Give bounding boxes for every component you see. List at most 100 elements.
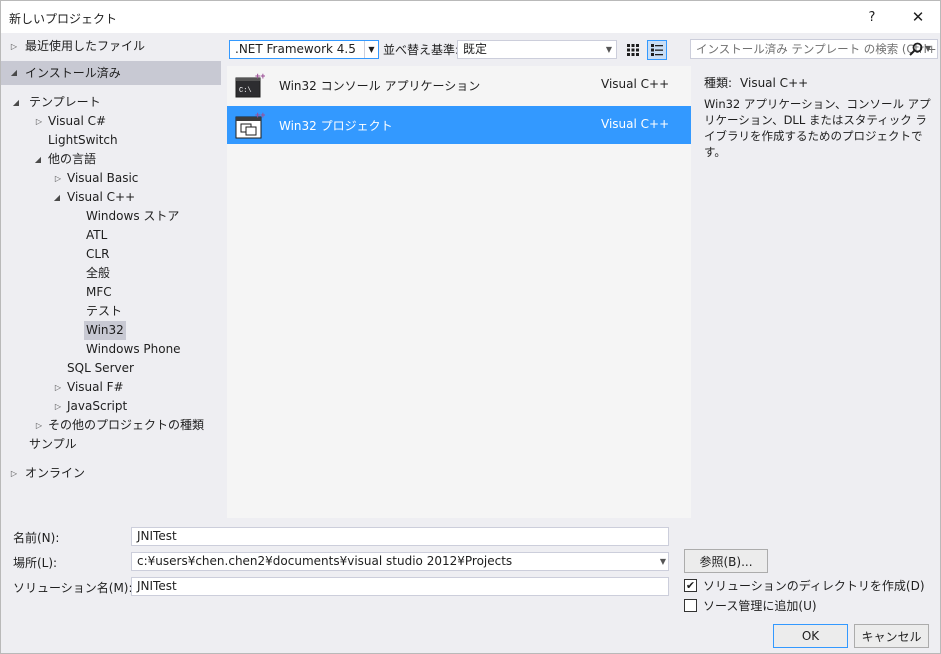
tree-item-win32[interactable]: Win32 xyxy=(1,321,221,340)
expand-arrow-icon[interactable]: ▷ xyxy=(34,112,44,131)
source-control-checkbox[interactable] xyxy=(684,598,697,612)
close-button[interactable]: ✕ xyxy=(904,5,932,29)
collapse-arrow-icon[interactable]: ◢ xyxy=(33,150,43,169)
template-search-input[interactable]: インストール済み テンプレート の検索 (Ctrl+E) xyxy=(690,39,938,59)
tree-item-visual-csharp[interactable]: ▷ Visual C# xyxy=(1,112,221,131)
expand-arrow-icon[interactable]: ▷ xyxy=(53,397,63,416)
small-icons-view-button[interactable] xyxy=(623,40,643,60)
tree-item-lightswitch[interactable]: LightSwitch xyxy=(1,131,221,150)
tree-item-label: MFC xyxy=(86,285,112,299)
chevron-down-icon[interactable]: ▼ xyxy=(602,41,616,58)
tree-item-samples[interactable]: サンプル xyxy=(1,435,221,454)
expand-arrow-icon[interactable]: ▷ xyxy=(53,378,63,397)
search-icon[interactable] xyxy=(908,41,924,57)
expand-arrow-icon[interactable]: ▷ xyxy=(9,464,19,483)
solution-name-label: ソリューション名(M): xyxy=(13,581,133,595)
tree-item-recent[interactable]: ▷ 最近使用したファイル xyxy=(1,37,221,56)
tree-item-other-project-types[interactable]: ▷ その他のプロジェクトの種類 xyxy=(1,416,221,435)
sort-label: 並べ替え基準: xyxy=(383,43,460,57)
tree-item-installed[interactable]: ◢ インストール済み xyxy=(1,61,221,85)
tree-item-javascript[interactable]: ▷ JavaScript xyxy=(1,397,221,416)
template-row-win32-project[interactable]: ++ Win32 プロジェクト Visual C++ xyxy=(227,106,691,144)
svg-text:++: ++ xyxy=(255,71,265,81)
sort-dropdown[interactable]: 既定 ▼ xyxy=(457,40,617,59)
tree-item-windows-store[interactable]: Windows ストア xyxy=(1,207,221,226)
detail-type-value: Visual C++ xyxy=(740,76,809,90)
solution-name-field[interactable]: JNITest xyxy=(131,577,669,596)
detail-type-label: 種類: xyxy=(704,76,733,90)
tree-item-label: Visual C++ xyxy=(67,190,136,204)
framework-dropdown[interactable]: .NET Framework 4.5 ▼ xyxy=(229,40,379,59)
chevron-down-icon[interactable]: ▼ xyxy=(660,553,666,570)
tree-item-windows-phone[interactable]: Windows Phone xyxy=(1,340,221,359)
template-language: Visual C++ xyxy=(601,77,670,91)
new-project-dialog: 新しいプロジェクト ? ✕ ▷ 最近使用したファイル ◢ インストール済み ◢ … xyxy=(0,0,941,654)
tree-item-label: 最近使用したファイル xyxy=(25,39,146,53)
svg-text:C:\: C:\ xyxy=(239,87,252,95)
list-view-icon xyxy=(651,44,663,56)
tree-item-clr[interactable]: CLR xyxy=(1,245,221,264)
create-directory-checkbox[interactable]: ✔ xyxy=(684,578,697,592)
browse-button[interactable]: 参照(B)... xyxy=(684,549,768,573)
tree-item-sql-server[interactable]: SQL Server xyxy=(1,359,221,378)
tree-item-label: インストール済み xyxy=(25,66,121,80)
create-directory-label: ソリューションのディレクトリを作成(D) xyxy=(703,578,925,593)
location-field[interactable]: c:¥users¥chen.chen2¥documents¥visual stu… xyxy=(131,552,669,571)
tree-item-label: Visual F# xyxy=(67,380,124,394)
expand-arrow-icon[interactable]: ▷ xyxy=(9,37,19,56)
tree-item-online[interactable]: ▷ オンライン xyxy=(1,464,221,483)
tree-item-label: SQL Server xyxy=(67,361,134,375)
template-row-console[interactable]: C:\ ++ Win32 コンソール アプリケーション Visual C++ xyxy=(227,66,691,104)
tree-item-other-languages[interactable]: ◢ 他の言語 xyxy=(1,150,221,169)
list-view-button[interactable] xyxy=(647,40,667,60)
svg-text:++: ++ xyxy=(255,111,265,120)
collapse-arrow-icon[interactable]: ◢ xyxy=(9,61,19,85)
tree-item-visual-cpp[interactable]: ◢ Visual C++ xyxy=(1,188,221,207)
tree-item-label: Windows Phone xyxy=(86,342,181,356)
tree-item-general[interactable]: 全般 xyxy=(1,264,221,283)
detail-description: Win32 アプリケーション、コンソール アプリケーション、DLL またはスタテ… xyxy=(704,97,931,159)
source-control-label: ソース管理に追加(U) xyxy=(703,598,817,613)
console-app-icon: C:\ ++ xyxy=(235,71,265,98)
chevron-down-icon[interactable]: ▼ xyxy=(364,41,378,58)
detail-type: 種類: Visual C++ xyxy=(704,74,808,91)
search-options-chevron-icon[interactable]: ▼ xyxy=(925,41,931,57)
template-tree: ▷ 最近使用したファイル ◢ インストール済み ◢ テンプレート ▷ Visua… xyxy=(1,33,221,518)
tree-item-label: テンプレート xyxy=(29,95,101,109)
dialog-title: 新しいプロジェクト xyxy=(9,12,118,26)
tree-item-label: サンプル xyxy=(29,437,77,451)
create-directory-option[interactable]: ✔ ソリューションのディレクトリを作成(D) xyxy=(684,577,925,593)
ok-button[interactable]: OK xyxy=(773,624,848,648)
source-control-option[interactable]: ソース管理に追加(U) xyxy=(684,597,817,613)
template-toolbar: .NET Framework 4.5 ▼ 並べ替え基準: 既定 ▼ xyxy=(223,33,693,63)
collapse-arrow-icon[interactable]: ◢ xyxy=(11,93,21,112)
help-button[interactable]: ? xyxy=(858,5,886,29)
tree-item-visual-fsharp[interactable]: ▷ Visual F# xyxy=(1,378,221,397)
framework-value: .NET Framework 4.5 xyxy=(235,42,356,56)
name-label: 名前(N): xyxy=(13,531,60,545)
tree-item-label: ATL xyxy=(86,228,108,242)
tree-item-label: テスト xyxy=(86,304,123,318)
sort-value: 既定 xyxy=(463,42,488,56)
cancel-button[interactable]: キャンセル xyxy=(854,624,929,648)
tree-item-label: 他の言語 xyxy=(48,152,97,166)
tree-item-label: Win32 xyxy=(84,321,126,340)
tree-item-label: JavaScript xyxy=(67,399,128,413)
collapse-arrow-icon[interactable]: ◢ xyxy=(52,188,62,207)
name-field[interactable]: JNITest xyxy=(131,527,669,546)
expand-arrow-icon[interactable]: ▷ xyxy=(34,416,44,435)
title-bar: 新しいプロジェクト ? ✕ xyxy=(1,1,940,33)
template-name: Win32 コンソール アプリケーション xyxy=(279,79,481,93)
tree-item-label: Visual Basic xyxy=(67,171,139,185)
template-details: 種類: Visual C++ Win32 アプリケーション、コンソール アプリケー… xyxy=(696,66,938,516)
tree-item-visual-basic[interactable]: ▷ Visual Basic xyxy=(1,169,221,188)
tree-item-label: 全般 xyxy=(86,266,111,280)
tree-item-test[interactable]: テスト xyxy=(1,302,221,321)
tree-item-mfc[interactable]: MFC xyxy=(1,283,221,302)
tree-item-templates[interactable]: ◢ テンプレート xyxy=(1,93,221,112)
tree-item-atl[interactable]: ATL xyxy=(1,226,221,245)
tree-item-label: LightSwitch xyxy=(48,133,118,147)
template-language: Visual C++ xyxy=(601,117,670,131)
tree-item-label: Windows ストア xyxy=(86,209,180,223)
expand-arrow-icon[interactable]: ▷ xyxy=(53,169,63,188)
